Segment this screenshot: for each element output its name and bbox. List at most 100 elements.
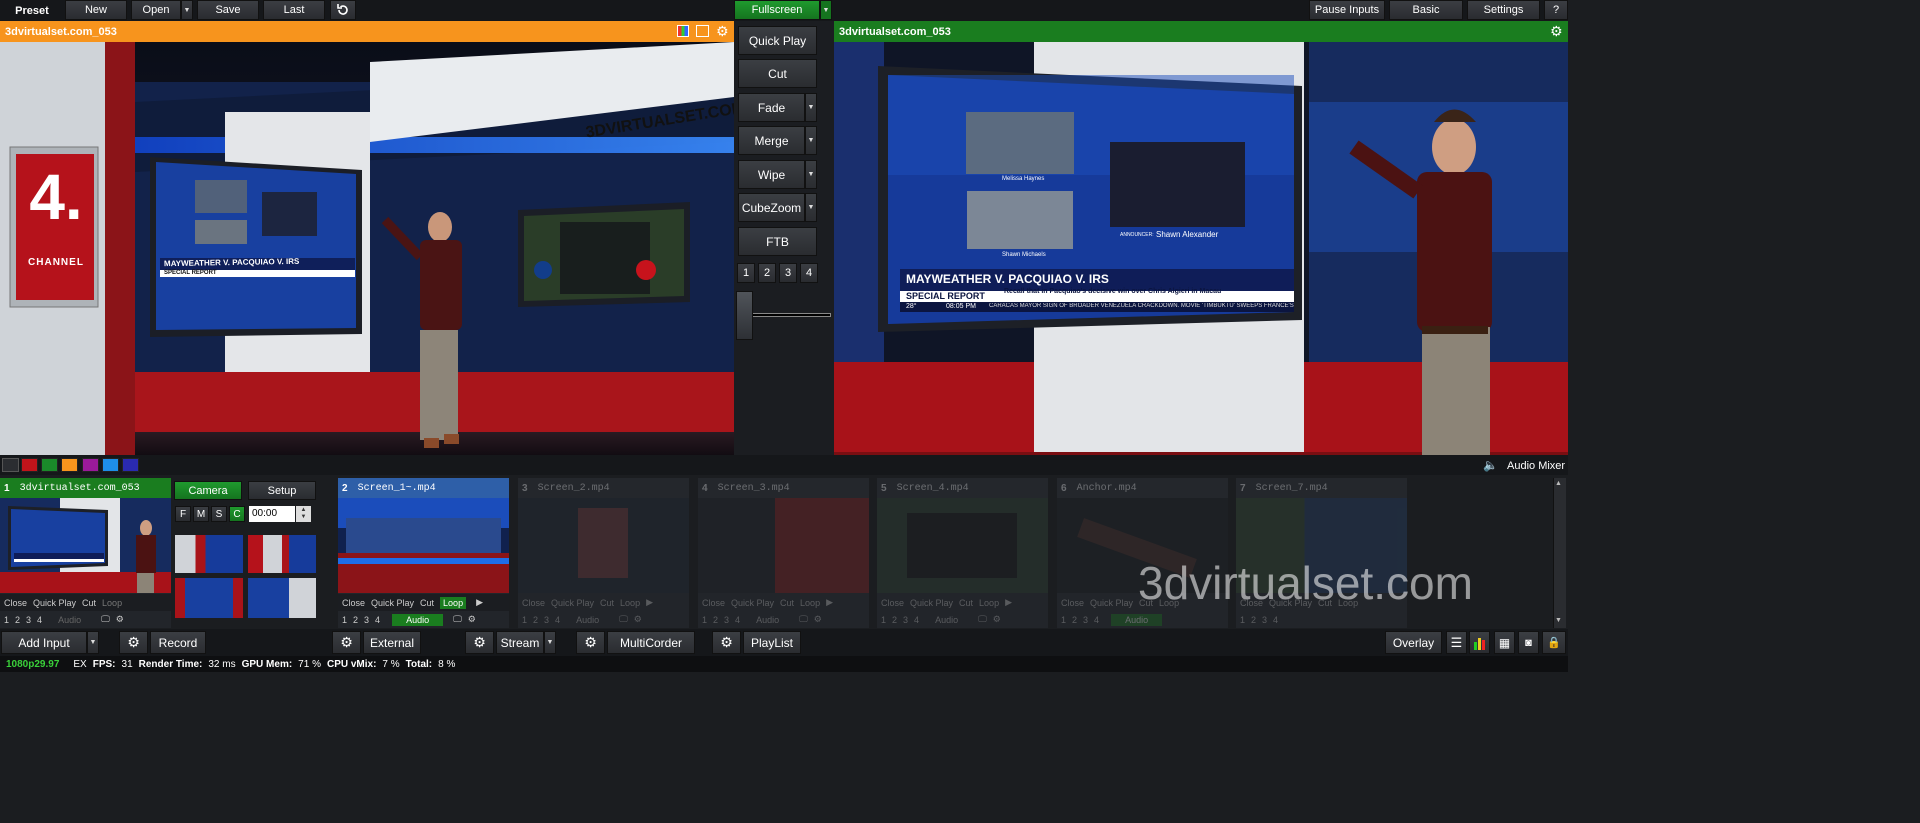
flag-c-button[interactable]: C — [229, 506, 245, 522]
ftb-button[interactable]: FTB — [738, 227, 817, 256]
playlist-gear-button[interactable]: ⚙ — [712, 631, 741, 654]
playlist-button[interactable]: PlayList — [743, 631, 801, 654]
speaker-icon[interactable]: 🔈 — [1483, 458, 1498, 472]
transition-1-button[interactable]: 1 — [737, 263, 755, 283]
undo-refresh-button[interactable] — [330, 0, 356, 20]
timecode-field[interactable]: 00:00 — [249, 506, 295, 522]
cut-button[interactable]: Cut — [600, 598, 614, 608]
wipe-button[interactable]: Wipe — [738, 160, 805, 189]
stream-gear-button[interactable]: ⚙ — [465, 631, 494, 654]
fullscreen-dropdown-arrow[interactable]: ▼ — [820, 0, 832, 20]
overlay-3-button[interactable]: 3 — [1083, 615, 1088, 625]
gear-icon[interactable]: ⚙ — [468, 614, 476, 625]
quick-play-button[interactable]: Quick Play — [33, 598, 76, 608]
record-button[interactable]: Record — [150, 631, 206, 654]
overlay-4-button[interactable]: 4 — [37, 615, 42, 625]
overlay-3-button[interactable]: 3 — [1262, 615, 1267, 625]
monitor-icon[interactable]: 🖵 — [101, 614, 110, 625]
list-view-button[interactable]: ☰ — [1446, 631, 1467, 654]
overlay-4-button[interactable]: 4 — [555, 615, 560, 625]
wipe-dropdown-arrow[interactable]: ▼ — [805, 160, 817, 189]
audio-button[interactable]: Audio — [392, 613, 444, 626]
overlay-4-button[interactable]: 4 — [735, 615, 740, 625]
save-button[interactable]: Save — [197, 0, 259, 20]
camera-layer-thumb-1[interactable] — [175, 535, 243, 573]
color-picker-icon[interactable] — [677, 25, 689, 37]
overlay-button[interactable]: Overlay — [1385, 631, 1442, 654]
overlay-3-button[interactable]: 3 — [544, 615, 549, 625]
loop-button[interactable]: Loop — [620, 598, 640, 608]
input-1[interactable]: 1 3dvirtualset.com_053 Close Quick Play … — [0, 478, 171, 628]
overlay-2-button[interactable]: 2 — [533, 615, 538, 625]
close-button[interactable]: Close — [4, 598, 27, 608]
cut-button[interactable]: Cut — [420, 598, 434, 608]
overlay-1-button[interactable]: 1 — [881, 615, 886, 625]
close-button[interactable]: Close — [342, 598, 365, 608]
preset-label[interactable]: Preset — [0, 0, 64, 21]
help-button[interactable]: ? — [1544, 0, 1568, 20]
close-button[interactable]: Close — [522, 598, 545, 608]
overlay-1-button[interactable]: 1 — [342, 615, 347, 625]
monitor-icon[interactable]: 🖵 — [453, 614, 462, 625]
multicorder-gear-button[interactable]: ⚙ — [576, 631, 605, 654]
cubezoom-dropdown-arrow[interactable]: ▼ — [805, 193, 817, 222]
audio-button[interactable]: Audio — [58, 615, 81, 625]
camera-layer-thumb-4[interactable] — [248, 578, 316, 618]
input-3[interactable]: 3 Screen_2.mp4 Close Quick Play Cut Loop… — [518, 478, 689, 628]
cut-button[interactable]: Cut — [780, 598, 794, 608]
quick-play-button[interactable]: Quick Play — [371, 598, 414, 608]
overlay-2-button[interactable]: 2 — [892, 615, 897, 625]
swatch-blue[interactable] — [102, 458, 119, 472]
fade-dropdown-arrow[interactable]: ▼ — [805, 93, 817, 122]
fullscreen-button[interactable]: Fullscreen — [734, 0, 820, 20]
input-3-header[interactable]: 3 Screen_2.mp4 — [518, 478, 689, 498]
close-button[interactable]: Close — [881, 598, 904, 608]
overlay-3-button[interactable]: 3 — [26, 615, 31, 625]
audio-button[interactable]: Audio — [935, 615, 958, 625]
monitor-icon[interactable]: 🖵 — [978, 614, 987, 625]
pause-inputs-button[interactable]: Pause Inputs — [1309, 0, 1385, 20]
monitor-icon[interactable]: 🖵 — [619, 614, 628, 625]
external-button[interactable]: External — [363, 631, 421, 654]
input-7-header[interactable]: 7 Screen_7.mp4 — [1236, 478, 1407, 498]
scroll-down-arrow[interactable]: ▼ — [1555, 617, 1562, 624]
swatch-red[interactable] — [21, 458, 38, 472]
overlay-1-button[interactable]: 1 — [4, 615, 9, 625]
multiview-button[interactable]: ▦ — [1494, 631, 1515, 654]
close-button[interactable]: Close — [702, 598, 725, 608]
transition-4-button[interactable]: 4 — [800, 263, 818, 283]
snapshot-button[interactable]: ◙ — [1518, 631, 1539, 654]
overlay-2-button[interactable]: 2 — [353, 615, 358, 625]
external-gear-button[interactable]: ⚙ — [332, 631, 361, 654]
overlay-2-button[interactable]: 2 — [15, 615, 20, 625]
basic-button[interactable]: Basic — [1389, 0, 1463, 20]
input-1-thumbnail[interactable] — [0, 498, 171, 593]
play-icon[interactable]: ▶ — [1005, 597, 1012, 608]
overlay-3-button[interactable]: 3 — [903, 615, 908, 625]
program-video[interactable]: MAYWEATHER V. PACQUIAO V. IRS SPECIAL RE… — [834, 42, 1568, 455]
overlay-1-button[interactable]: 1 — [702, 615, 707, 625]
close-button[interactable]: Close — [1061, 598, 1084, 608]
input-5[interactable]: 5 Screen_4.mp4 Close Quick Play Cut Loop… — [877, 478, 1048, 628]
lock-button[interactable]: 🔒 — [1542, 631, 1566, 654]
input-6-header[interactable]: 6 Anchor.mp4 — [1057, 478, 1228, 498]
audio-button[interactable]: Audio — [1111, 613, 1163, 626]
gear-icon[interactable]: ⚙ — [993, 614, 1001, 625]
audio-button[interactable]: Audio — [756, 615, 779, 625]
timecode-stepper[interactable]: ▲ ▼ — [296, 506, 311, 522]
overlay-4-button[interactable]: 4 — [375, 615, 380, 625]
setup-button[interactable]: Setup — [248, 481, 316, 500]
swatch-navy[interactable] — [122, 458, 139, 472]
overlay-2-button[interactable]: 2 — [1072, 615, 1077, 625]
quick-play-button[interactable]: Quick Play — [551, 598, 594, 608]
fade-button[interactable]: Fade — [738, 93, 805, 122]
loop-button[interactable]: Loop — [800, 598, 820, 608]
preview-video[interactable]: 4. CHANNEL 3DVIRTUALSET.COM MAYWEATHER V… — [0, 42, 734, 455]
open-dropdown-arrow[interactable]: ▼ — [181, 0, 193, 20]
swatch-purple[interactable] — [82, 458, 99, 472]
program-gear-icon[interactable]: ⚙ — [1550, 23, 1563, 40]
overlay-1-button[interactable]: 1 — [1240, 615, 1245, 625]
input-5-header[interactable]: 5 Screen_4.mp4 — [877, 478, 1048, 498]
flag-s-button[interactable]: S — [211, 506, 227, 522]
quick-play-button[interactable]: Quick Play — [731, 598, 774, 608]
